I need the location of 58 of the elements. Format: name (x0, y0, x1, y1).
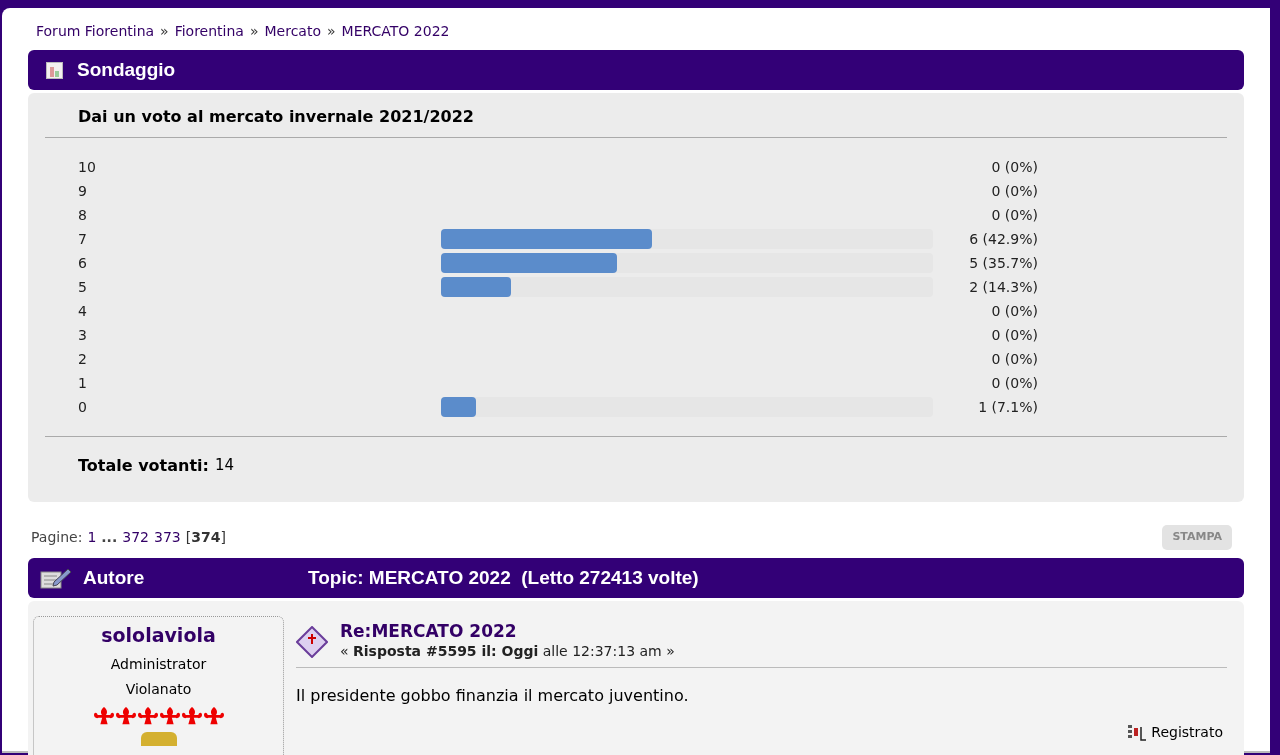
author-column-title: Autore (83, 565, 145, 590)
poll-question: Dai un voto al mercato invernale 2021/2022 (45, 105, 1227, 138)
current-page: [374] (185, 527, 226, 547)
poll-result-value: 0 (0%) (990, 325, 1038, 345)
poll-result-value: 0 (0%) (990, 157, 1038, 177)
breadcrumb-separator: » (249, 21, 259, 41)
post-body: Il presidente gobbo finanzia il mercato juventino. (296, 685, 690, 707)
poll-option-label: 9 (77, 181, 88, 201)
fleur-de-lis-icon (115, 705, 136, 726)
registered-status: Registrato (1151, 723, 1223, 742)
diamond-emblem-icon (296, 625, 328, 658)
username-link[interactable]: sololaviola (101, 621, 216, 650)
breadcrumb-link[interactable]: Fiorentina (174, 20, 244, 42)
pagination-ellipsis: ... (101, 527, 118, 547)
poll-result-value: 0 (0%) (990, 373, 1038, 393)
poll-result-value: 0 (0%) (990, 181, 1038, 201)
network-icon (1127, 723, 1148, 742)
notepad-pencil-icon (40, 567, 73, 589)
fleur-de-lis-icon (93, 705, 114, 726)
poll-result-value: 5 (35.7%) (968, 253, 1038, 273)
poll-result-value: 0 (0%) (990, 205, 1038, 225)
member-group: Violanato (125, 678, 192, 700)
poll-result-value: 0 (0%) (990, 301, 1038, 321)
fleur-de-lis-icon (203, 705, 224, 726)
breadcrumb-separator: » (327, 21, 336, 41)
section-title: Sondaggio (77, 57, 176, 82)
fleur-de-lis-icon (181, 705, 202, 726)
total-label: Totale votanti: (78, 455, 209, 477)
breadcrumb-link[interactable]: Forum Fiorentina (36, 20, 155, 42)
poll-option-label: 10 (77, 157, 97, 177)
poll-option-label: 3 (77, 325, 88, 345)
member-role: Administrator (110, 654, 207, 674)
post-subject-link[interactable]: Re:MERCATO 2022 (340, 621, 675, 641)
poll-result-value: 1 (7.1%) (977, 397, 1038, 417)
poll-option-label: 6 (77, 253, 88, 273)
breadcrumb-link[interactable]: Mercato (264, 20, 321, 42)
page-link[interactable]: 373 (154, 526, 181, 548)
chart-icon (46, 61, 63, 79)
poll-option-label: 8 (77, 205, 88, 225)
fleur-de-lis-icon (137, 705, 158, 726)
poll-result-value: 2 (14.3%) (968, 277, 1038, 297)
poll-option-label: 1 (77, 373, 88, 393)
poll-result-value: 6 (42.9%) (968, 229, 1038, 249)
topic-title: Topic: MERCATO 2022 (Letto 272413 volte) (308, 565, 699, 590)
poll-result-value: 0 (0%) (990, 349, 1038, 369)
fleur-de-lis-icon (159, 705, 180, 726)
poll-option-label: 4 (77, 301, 88, 321)
breadcrumb-link[interactable]: MERCATO 2022 (341, 20, 450, 42)
pagination-label: Pagine: (31, 527, 83, 547)
poll-option-label: 0 (77, 397, 88, 417)
page-link[interactable]: 1 (87, 526, 97, 548)
breadcrumb-separator: » (160, 21, 169, 41)
poll-option-label: 5 (77, 277, 88, 297)
poll-option-label: 2 (77, 349, 88, 369)
page-link[interactable]: 372 (122, 526, 149, 548)
total-value: 14 (214, 455, 234, 476)
post-meta: « Risposta #5595 il: Oggi alle 12:37:13 am » (340, 642, 675, 661)
poll-option-label: 7 (77, 229, 88, 249)
